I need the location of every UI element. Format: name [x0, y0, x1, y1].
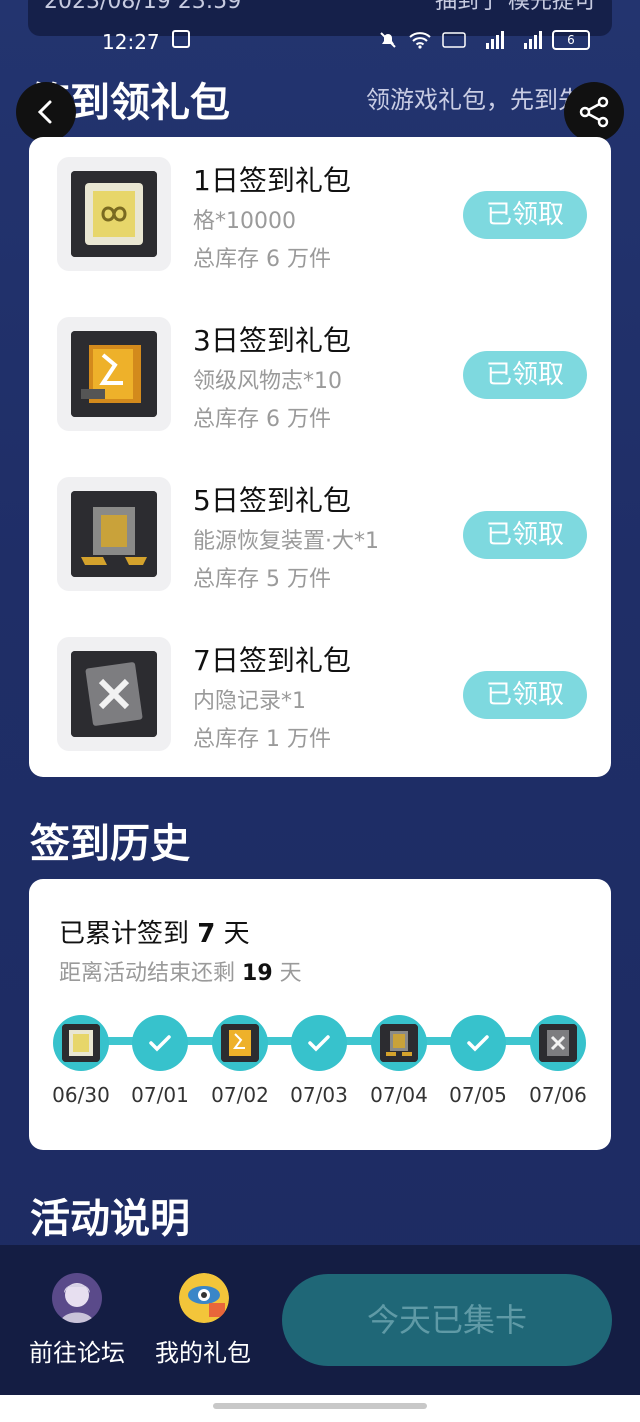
accumulated-days: 已累计签到 7 天	[59, 913, 250, 950]
remaining-count: 19	[242, 961, 273, 986]
gift-description: 能源恢复装置·大*1	[193, 529, 379, 554]
gift-thumbnail	[57, 317, 171, 431]
gift-stock: 总库存 1 万件	[193, 727, 331, 752]
banner-text: 抽到了 模先提可	[435, 0, 596, 14]
gift-thumbnail	[57, 637, 171, 751]
gift-stock: 总库存 6 万件	[193, 247, 331, 272]
gift-thumbnail	[57, 477, 171, 591]
claimed-button[interactable]: 已领取	[463, 351, 587, 399]
accumulated-suffix: 天	[223, 919, 250, 949]
day-date: 07/03	[290, 1083, 348, 1107]
day-date: 07/01	[131, 1083, 189, 1107]
day-marker	[450, 1015, 506, 1071]
gift-mini-icon	[221, 1024, 259, 1062]
forum-link[interactable]: 前往论坛	[29, 1333, 125, 1368]
timeline-day: 07/02	[200, 1015, 280, 1107]
day-date: 07/05	[449, 1083, 507, 1107]
timeline-day: 07/01	[120, 1015, 200, 1107]
gift-name: 7日签到礼包	[193, 644, 351, 677]
gift-bag-icon[interactable]	[179, 1273, 229, 1323]
remaining-prefix: 距离活动结束还剩	[59, 961, 236, 986]
home-indicator[interactable]	[213, 1403, 427, 1409]
timeline-day: 07/04	[359, 1015, 439, 1107]
day-date: 07/06	[529, 1083, 587, 1107]
day-marker	[371, 1015, 427, 1071]
chevron-left-icon	[37, 100, 52, 124]
gift-name: 3日签到礼包	[193, 324, 351, 357]
gift-stock: 总库存 6 万件	[193, 407, 331, 432]
share-icon	[579, 96, 609, 128]
day-date: 06/30	[52, 1083, 110, 1107]
banner-date: 2023/08/19 23:59	[44, 0, 242, 14]
app-notification-icon	[172, 30, 190, 48]
back-button[interactable]	[16, 82, 76, 142]
timeline-day: 06/30	[41, 1015, 121, 1107]
wifi-icon	[409, 32, 431, 49]
history-section-title: 签到历史	[30, 821, 190, 867]
day-date: 07/04	[370, 1083, 428, 1107]
my-gifts-link[interactable]: 我的礼包	[155, 1333, 251, 1368]
day-date: 07/02	[211, 1083, 269, 1107]
gift-image	[71, 171, 157, 257]
day-marker	[132, 1015, 188, 1071]
activity-section-title: 活动说明	[30, 1196, 190, 1242]
gift-item: 5日签到礼包 能源恢复装置·大*1 总库存 5 万件 已领取	[57, 477, 587, 597]
accumulated-prefix: 已累计签到	[59, 919, 190, 949]
check-icon	[467, 1035, 489, 1052]
accumulated-count: 7	[197, 919, 216, 949]
signal-4g-icon	[524, 31, 542, 49]
bottom-action-bar: 前往论坛 我的礼包 今天已集卡	[0, 1245, 640, 1395]
gift-description: 领级风物志*10	[193, 369, 342, 394]
gift-mini-icon	[539, 1024, 577, 1062]
remaining-suffix: 天	[279, 961, 302, 986]
gift-name: 1日签到礼包	[193, 164, 351, 197]
gift-item: 3日签到礼包 领级风物志*10 总库存 6 万件 已领取	[57, 317, 587, 437]
timeline-day: 07/05	[438, 1015, 518, 1107]
day-marker	[530, 1015, 586, 1071]
day-marker	[291, 1015, 347, 1071]
today-collected-button[interactable]: 今天已集卡	[282, 1274, 612, 1366]
mute-icon	[380, 32, 396, 48]
gift-item: 7日签到礼包 内隐记录*1 总库存 1 万件 已领取	[57, 637, 587, 757]
check-icon	[149, 1035, 171, 1052]
gift-image	[71, 651, 157, 737]
gift-mini-icon	[62, 1024, 100, 1062]
gift-image	[71, 491, 157, 577]
claimed-button[interactable]: 已领取	[463, 671, 587, 719]
forum-avatar-icon[interactable]	[52, 1273, 102, 1323]
claimed-button[interactable]: 已领取	[463, 511, 587, 559]
day-marker	[212, 1015, 268, 1071]
check-icon	[308, 1035, 330, 1052]
gift-name: 5日签到礼包	[193, 484, 351, 517]
claimed-button[interactable]: 已领取	[463, 191, 587, 239]
gift-image	[71, 331, 157, 417]
sign-history-card: 已累计签到 7 天 距离活动结束还剩 19 天 06/30 07/01 07/0…	[29, 879, 611, 1150]
remaining-days: 距离活动结束还剩 19 天	[59, 955, 302, 987]
hd-icon	[442, 32, 466, 48]
share-button[interactable]	[564, 82, 624, 142]
signal-5g-icon	[486, 31, 504, 49]
day-marker	[53, 1015, 109, 1071]
gift-stock: 总库存 5 万件	[193, 567, 331, 592]
gift-description: 格*10000	[193, 209, 296, 234]
gift-list-card: 1日签到礼包 格*10000 总库存 6 万件 已领取 3日签到礼包 领级风物志…	[29, 137, 611, 777]
status-icons: 6	[378, 30, 590, 50]
gift-description: 内隐记录*1	[193, 689, 306, 714]
gift-thumbnail	[57, 157, 171, 271]
status-bar: 12:27 6	[0, 28, 640, 56]
timeline-day: 07/03	[279, 1015, 359, 1107]
gift-mini-icon	[380, 1024, 418, 1062]
gift-item: 1日签到礼包 格*10000 总库存 6 万件 已领取	[57, 157, 587, 277]
battery-indicator: 6	[552, 30, 590, 50]
status-time: 12:27	[102, 30, 160, 54]
timeline-day: 07/06	[518, 1015, 598, 1107]
